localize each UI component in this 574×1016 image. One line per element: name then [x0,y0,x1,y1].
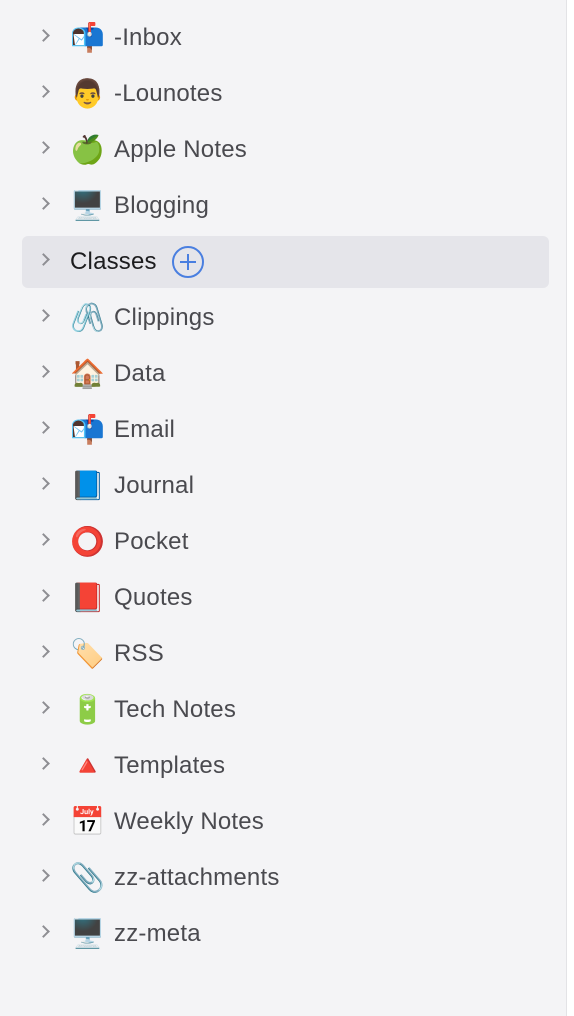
plus-circle-icon[interactable] [172,246,204,278]
mailbox-icon: 📬 [70,21,105,54]
sidebar-item-label: Templates [114,752,226,779]
chevron-right-icon[interactable] [37,477,50,490]
chevron-right-icon[interactable] [37,365,50,378]
sidebar-item-label: -Lounotes [114,80,223,107]
sidebar-item-apple-notes[interactable]: 🍏 Apple Notes [22,124,549,176]
sidebar-item-email[interactable]: 📬 Email [22,404,549,456]
chevron-right-icon[interactable] [37,925,50,938]
sidebar-item-blogging[interactable]: 🖥️ Blogging [22,180,549,232]
sidebar-item-lounotes[interactable]: 👨 -Lounotes [22,68,549,120]
paperclip-icon: 📎 [70,861,105,894]
battery-icon: 🔋 [70,693,105,726]
sidebar: 📬 -Inbox 👨 -Lounotes 🍏 Apple Notes 🖥️ Blogging C… [0,0,566,1016]
red-circle-icon: ⭕ [70,525,105,558]
sidebar-item-data[interactable]: 🏠 Data [22,348,549,400]
sidebar-item-pocket[interactable]: ⭕ Pocket [22,516,549,568]
sidebar-item-tech-notes[interactable]: 🔋 Tech Notes [22,684,549,736]
calendar-icon: 📅 [70,805,105,838]
sidebar-item-label: -Inbox [114,24,182,51]
chevron-right-icon[interactable] [37,869,50,882]
chevron-right-icon[interactable] [37,309,50,322]
sidebar-item-zz-attachments[interactable]: 📎 zz-attachments [22,852,549,904]
linked-paperclips-icon: 🖇️ [70,301,105,334]
chevron-right-icon[interactable] [37,197,50,210]
window-edge [566,0,574,1016]
chevron-right-icon[interactable] [37,701,50,714]
chevron-right-icon[interactable] [37,141,50,154]
chevron-right-icon[interactable] [37,29,50,42]
sidebar-item-label: Weekly Notes [114,808,265,835]
house-icon: 🏠 [70,357,105,390]
label-tag-icon: 🏷️ [70,637,105,670]
desktop-computer-icon: 🖥️ [70,917,105,950]
sidebar-item-label: Email [114,416,176,443]
sidebar-item-label: Tech Notes [114,696,237,723]
sidebar-item-journal[interactable]: 📘 Journal [22,460,549,512]
sidebar-item-label: Pocket [114,528,189,555]
chevron-right-icon[interactable] [37,757,50,770]
chevron-right-icon[interactable] [37,813,50,826]
sidebar-item-label: Apple Notes [114,136,247,163]
man-icon: 👨 [70,77,105,110]
sidebar-item-weekly-notes[interactable]: 📅 Weekly Notes [22,796,549,848]
sidebar-item-quotes[interactable]: 📕 Quotes [22,572,549,624]
sidebar-item-classes[interactable]: Classes [22,236,549,288]
chevron-right-icon[interactable] [37,533,50,546]
red-book-icon: 📕 [70,581,105,614]
chevron-right-icon[interactable] [37,421,50,434]
sidebar-item-templates[interactable]: 🔺 Templates [22,740,549,792]
chevron-right-icon[interactable] [37,85,50,98]
sidebar-item-label: Clippings [114,304,215,331]
sidebar-item-label: Journal [114,472,195,499]
chevron-right-icon[interactable] [37,589,50,602]
sidebar-item-label: RSS [114,640,164,667]
sidebar-item-label: zz-meta [114,920,201,947]
red-triangle-icon: 🔺 [70,749,105,782]
sidebar-item-zz-meta[interactable]: 🖥️ zz-meta [22,908,549,960]
sidebar-item-rss[interactable]: 🏷️ RSS [22,628,549,680]
sidebar-item-inbox[interactable]: 📬 -Inbox [22,12,549,64]
sidebar-item-label: Data [114,360,166,387]
sidebar-item-label: Quotes [114,584,193,611]
sidebar-item-clippings[interactable]: 🖇️ Clippings [22,292,549,344]
blue-book-icon: 📘 [70,469,105,502]
chevron-right-icon[interactable] [37,645,50,658]
desktop-computer-icon: 🖥️ [70,189,105,222]
chevron-right-icon[interactable] [37,253,50,266]
mailbox-icon: 📬 [70,413,105,446]
apple-icon: 🍏 [70,133,105,166]
sidebar-item-label: zz-attachments [114,864,280,891]
sidebar-item-label: Classes [70,248,157,275]
sidebar-item-label: Blogging [114,192,210,219]
